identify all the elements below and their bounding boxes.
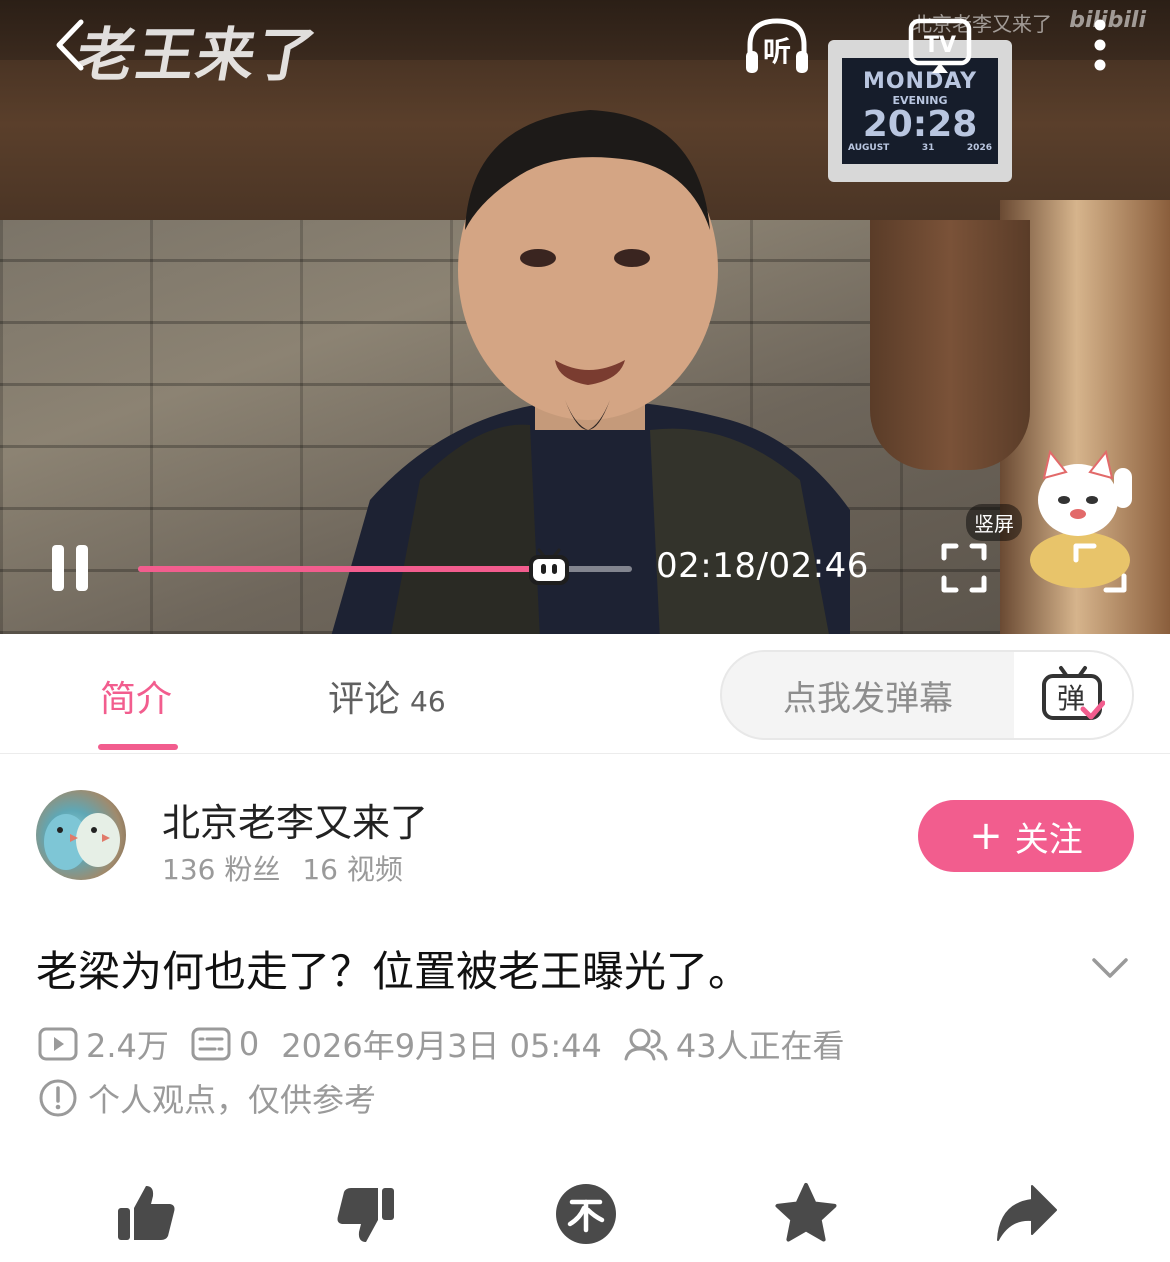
danmaku-bar: 点我发弹幕 弹 (720, 650, 1134, 740)
thumbs-up-icon (118, 1186, 175, 1240)
disclaimer-note: 个人观点，仅供参考 (38, 1076, 376, 1120)
pause-button[interactable] (40, 536, 100, 600)
more-options-button[interactable] (1080, 10, 1120, 80)
star-icon (775, 1183, 837, 1242)
danmaku-input[interactable]: 点我发弹幕 (722, 652, 1014, 738)
tab-comments[interactable]: 评论 46 (328, 670, 446, 722)
zoom-icon (1073, 543, 1127, 593)
view-count: 2.4万 (38, 1021, 169, 1067)
expand-description-button[interactable] (1086, 944, 1134, 992)
clock-year: 2026 (966, 143, 992, 153)
time-display: 02:18/02:46 (656, 546, 869, 586)
share-icon (997, 1185, 1057, 1241)
watching-count: 43人正在看 (624, 1021, 845, 1067)
video-player[interactable]: MONDAY EVENING 20:28 AUGUST 31 2026 老王来了… (0, 0, 1170, 634)
tv-cast-button[interactable]: TV (904, 10, 976, 80)
uploader-stats: 136 粉丝 16 视频 (162, 848, 403, 888)
tab-comments-label: 评论 (328, 679, 401, 720)
video-frame-bracket (870, 220, 1030, 470)
follow-label: 关注 (1014, 819, 1083, 860)
fullscreen-icon (941, 543, 987, 593)
avatar-birds-image (44, 813, 120, 870)
progress-bar[interactable] (138, 548, 632, 585)
tv-mascot-knob-icon (528, 548, 569, 585)
plus-icon: + (969, 813, 1003, 859)
uploader-card: 北京老李又来了 136 粉丝 16 视频 + 关注 (0, 780, 1170, 890)
action-bar (0, 1170, 1170, 1262)
coin-icon (556, 1184, 616, 1244)
tab-bar: 简介 评论 46 点我发弹幕 弹 (0, 634, 1170, 754)
uploader-fans: 136 粉丝 (162, 853, 281, 886)
landscape-zoom-button[interactable] (1070, 540, 1130, 596)
video-title: 老梁为何也走了？位置被老王曝光了。 (36, 947, 751, 996)
coin-button[interactable] (546, 1174, 626, 1254)
watching-count-value: 43人正在看 (675, 1027, 845, 1065)
tab-comments-count: 46 (410, 685, 446, 718)
tab-active-indicator (98, 744, 178, 750)
portrait-mode-button[interactable]: 竖屏 (966, 504, 1022, 541)
share-button[interactable] (986, 1174, 1066, 1254)
progress-knob[interactable] (526, 544, 572, 590)
listen-mode-button[interactable]: 听 (742, 10, 812, 80)
favorite-button[interactable] (766, 1174, 846, 1254)
danmaku-count: 0 (191, 1025, 259, 1063)
video-meta-row: 2.4万 0 2026年9月3日 05:44 43人正在看 (38, 1020, 867, 1068)
disclaimer-text: 个人观点，仅供参考 (88, 1081, 377, 1119)
video-watermark-logo: 老王来了 (71, 21, 324, 89)
danmaku-count-value: 0 (238, 1025, 260, 1063)
follow-button[interactable]: + 关注 (918, 800, 1134, 872)
play-count-icon (38, 1027, 78, 1061)
back-button[interactable] (40, 10, 100, 80)
progress-fill (138, 566, 549, 572)
view-count-value: 2.4万 (86, 1027, 169, 1065)
tv-cast-icon: TV (908, 18, 972, 73)
fullscreen-button[interactable] (938, 540, 990, 596)
uploader-videos: 16 视频 (302, 853, 403, 886)
clock-date: 31 (921, 143, 935, 153)
avatar[interactable] (36, 790, 126, 880)
danmaku-count-icon (191, 1027, 231, 1061)
uploader-name[interactable]: 北京老李又来了 (162, 792, 428, 847)
back-icon (56, 19, 84, 71)
pause-icon (52, 545, 88, 591)
watching-icon (624, 1028, 668, 1061)
headphones-icon: 听 (746, 18, 808, 73)
danmaku-toggle-button[interactable]: 弹 (1014, 652, 1132, 738)
dislike-button[interactable] (326, 1174, 406, 1254)
listen-label: 听 (763, 35, 791, 68)
thumbs-down-icon (337, 1188, 394, 1242)
danmaku-icon: 弹 (1042, 666, 1105, 720)
more-icon (1094, 19, 1106, 71)
info-icon (39, 1079, 77, 1117)
chevron-down-icon (1092, 958, 1128, 978)
clock-time: 20:28 (862, 104, 978, 145)
like-button[interactable] (106, 1174, 186, 1254)
tv-label: TV (924, 33, 956, 58)
clock-month: AUGUST (848, 143, 890, 153)
tab-intro[interactable]: 简介 (100, 670, 172, 722)
publish-date: 2026年9月3日 05:44 (281, 1027, 602, 1065)
